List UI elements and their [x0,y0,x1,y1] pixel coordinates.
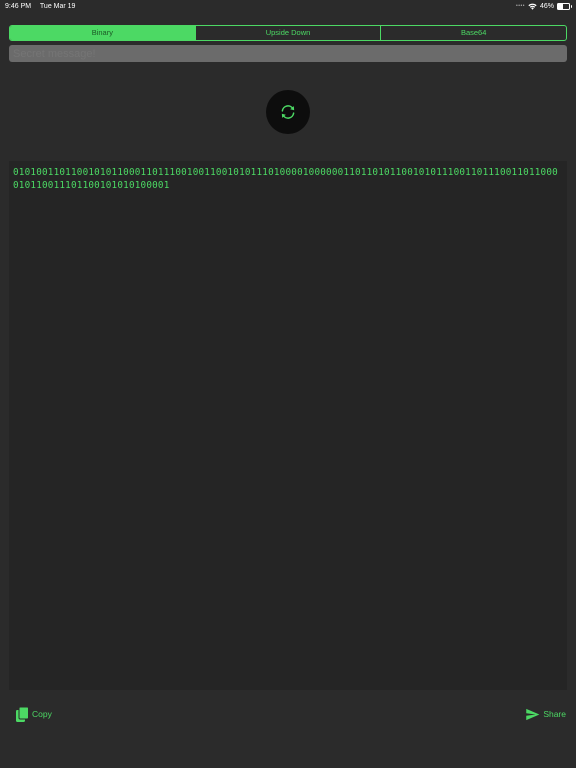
battery-level [558,4,564,9]
copy-label: Copy [32,709,52,719]
mode-segmented-control: Binary Upside Down Base64 [9,25,567,41]
output-text: 0101001101100101011000110111001001100101… [13,167,558,191]
segment-binary[interactable]: Binary [10,26,195,40]
battery-icon [557,3,572,10]
send-icon [526,708,540,720]
share-label: Share [543,709,566,719]
status-time: 9:46 PM [5,3,32,10]
status-right: •••• 46% [515,0,572,13]
refresh-icon [281,105,295,119]
copy-icon [16,706,29,722]
wifi-icon [528,3,537,10]
copy-button[interactable]: Copy [16,706,52,722]
battery-percent: 46% [539,3,554,10]
message-input[interactable] [9,45,567,62]
segment-base64[interactable]: Base64 [380,26,566,40]
share-button[interactable]: Share [525,706,566,722]
status-left: 9:46 PM Tue Mar 19 [5,0,82,13]
segment-upside-down[interactable]: Upside Down [194,26,381,40]
output-area[interactable]: 0101001101100101011000110111001001100101… [9,161,567,690]
status-bar: 9:46 PM Tue Mar 19 •••• 46% [0,0,576,13]
status-date: Tue Mar 19 [39,3,76,10]
convert-button[interactable] [266,90,310,134]
signal-dots-icon: •••• [515,3,525,9]
